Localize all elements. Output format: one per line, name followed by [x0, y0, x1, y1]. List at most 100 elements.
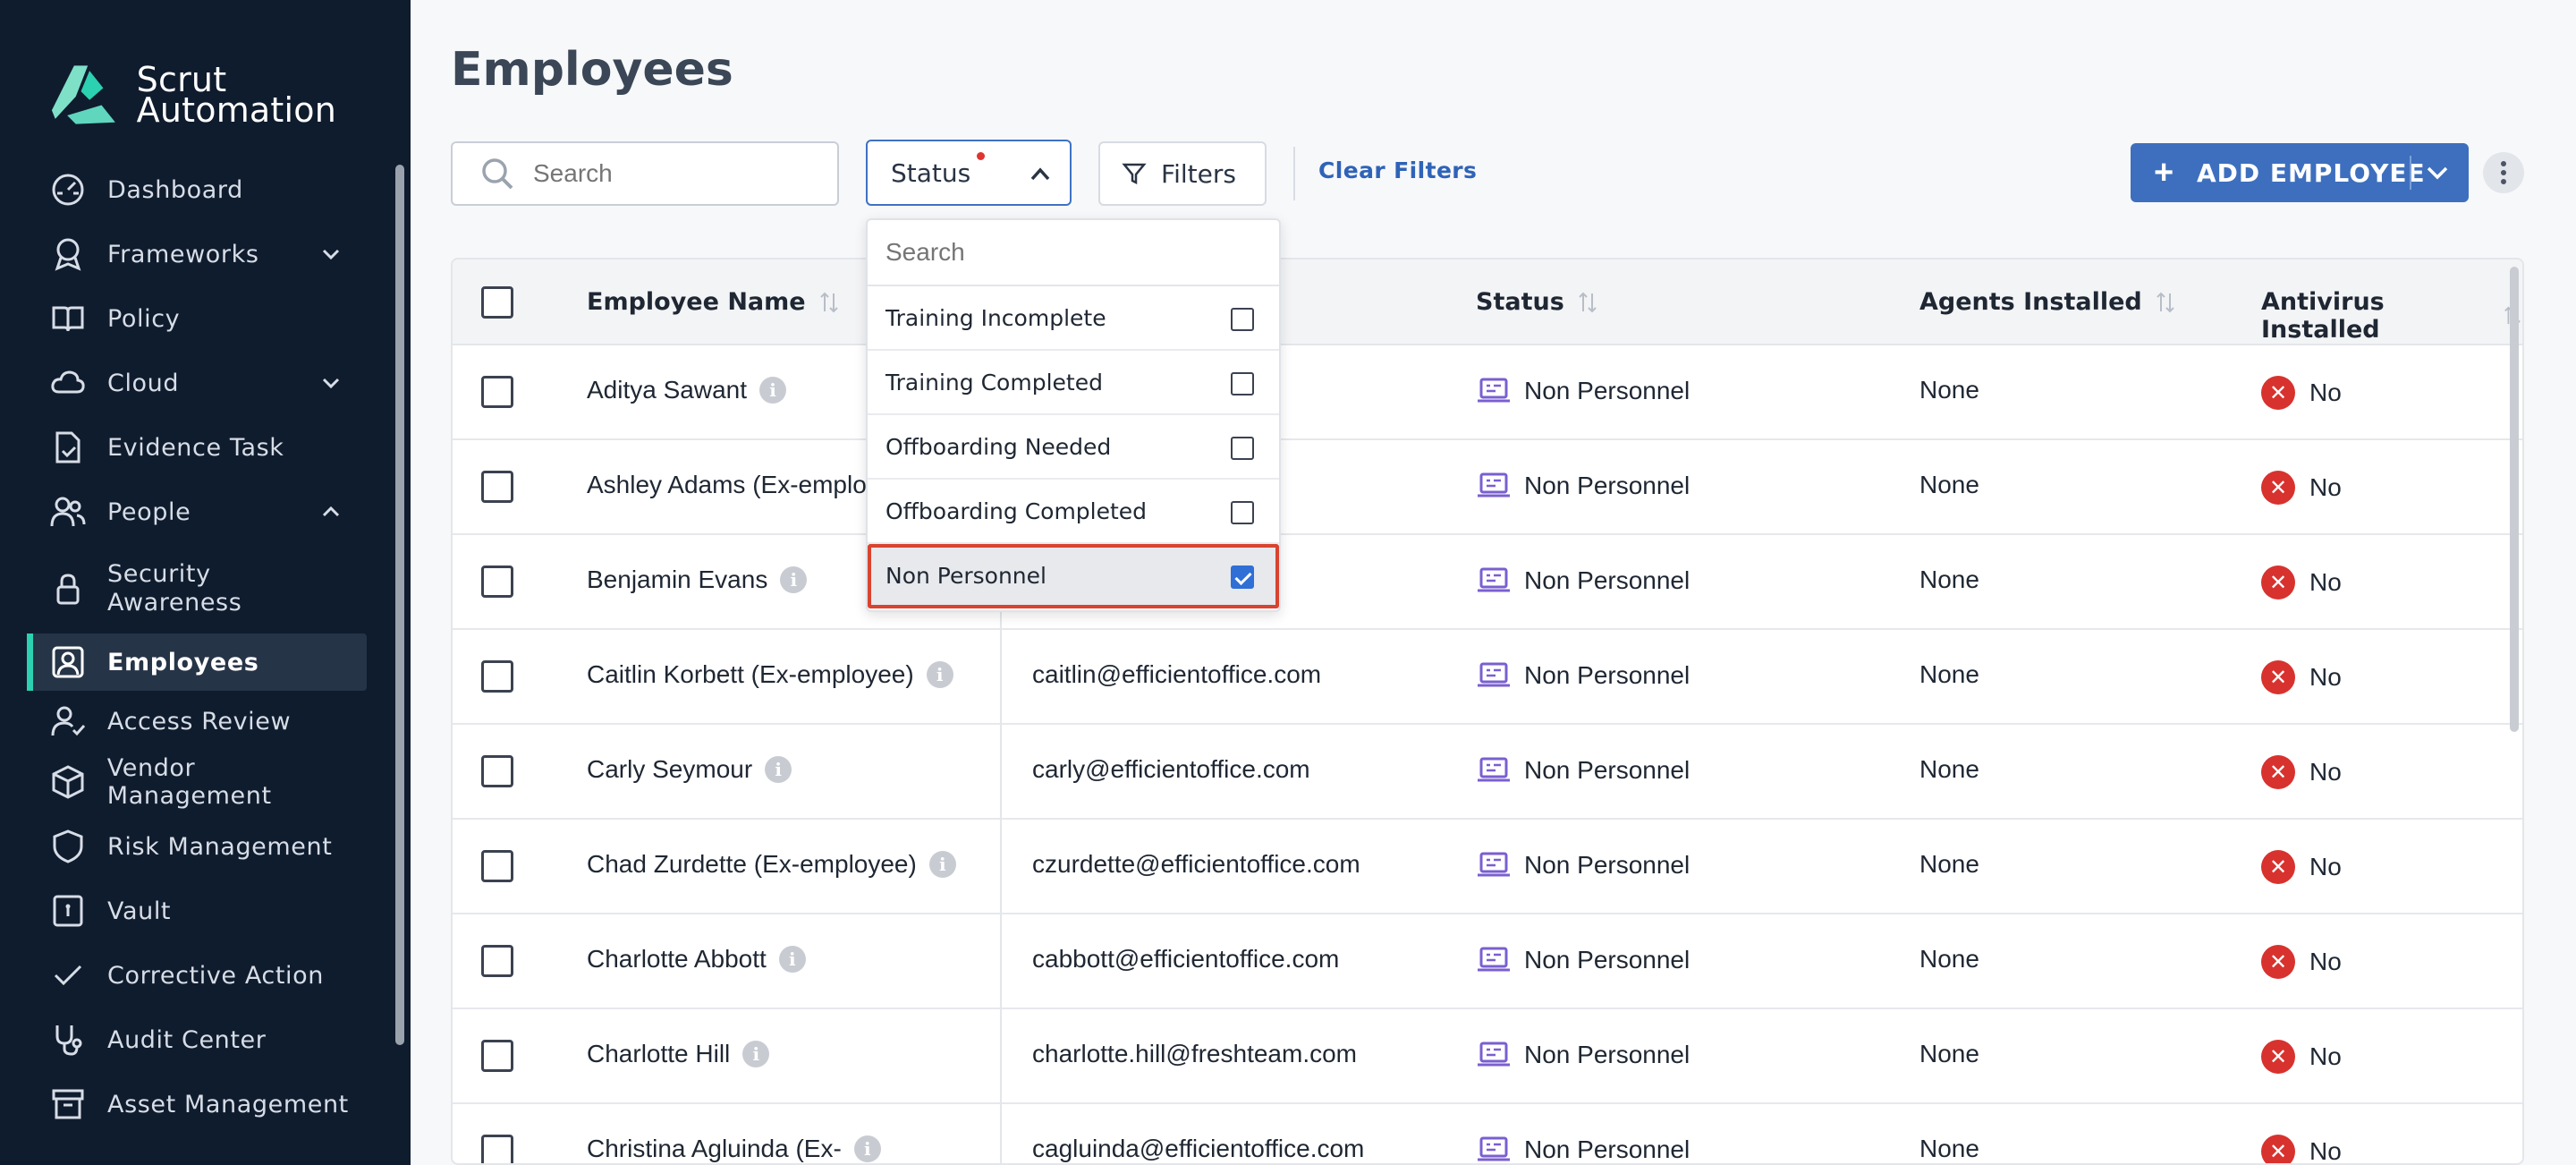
employee-name[interactable]: Charlotte Abbott [587, 945, 767, 974]
table-row[interactable]: Ashley Adams (Ex-employie.comNon Personn… [453, 440, 2522, 535]
sidebar-item-frameworks[interactable]: Frameworks [27, 225, 367, 283]
status-option-offboarding-needed[interactable]: Offboarding Needed [868, 415, 1279, 480]
row-checkbox[interactable] [481, 565, 513, 598]
employee-name[interactable]: Ashley Adams (Ex-employ [587, 471, 879, 499]
column-agents-installed[interactable]: Agents Installed [1919, 288, 2176, 316]
status-option-checkbox[interactable] [1231, 308, 1254, 331]
table-row[interactable]: Chad Zurdette (Ex-employee) i czurdette@ef… [453, 820, 2522, 914]
employee-name-cell[interactable]: Charlotte Abbott i [587, 945, 806, 974]
sidebar-item-label: Employees [107, 648, 259, 676]
employee-name[interactable]: Benjamin Evans [587, 565, 767, 594]
table-row[interactable]: Caitlin Korbett (Ex-employee) i caitlin@ef… [453, 630, 2522, 725]
chevron-down-icon[interactable] [2424, 159, 2451, 186]
column-status[interactable]: Status [1476, 288, 1598, 316]
info-icon[interactable]: i [778, 946, 806, 973]
sidebar-item-access-review[interactable]: Access Review [27, 693, 367, 750]
row-checkbox[interactable] [481, 1135, 513, 1163]
more-options-icon[interactable] [2483, 152, 2524, 193]
chevron-up-icon[interactable] [318, 499, 343, 524]
table-row[interactable]: Benjamin Evansinteam.comNon PersonnelNon… [453, 535, 2522, 630]
sidebar-item-employees[interactable]: Employees [27, 634, 367, 691]
sidebar-item-security-awareness[interactable]: Security Awareness [27, 553, 367, 625]
info-icon[interactable]: i [853, 1135, 881, 1162]
employee-name-cell[interactable]: Caitlin Korbett (Ex-employee) i [587, 660, 953, 689]
info-icon[interactable]: i [780, 566, 808, 593]
status-option-training-completed[interactable]: Training Completed [868, 351, 1279, 415]
employee-name-cell[interactable]: Aditya Sawant i [587, 376, 786, 404]
sort-icon[interactable] [2155, 290, 2176, 315]
sidebar-item-audit-center[interactable]: Audit Center [27, 1011, 367, 1068]
add-employee-button[interactable]: + ADD EMPLOYEE [2131, 143, 2469, 202]
antivirus-value: No [2309, 378, 2342, 406]
employee-name-cell[interactable]: Christina Agluinda (Ex-i [587, 1135, 881, 1163]
column-employee-name[interactable]: Employee Name [587, 288, 840, 316]
status-option-checkbox[interactable] [1231, 372, 1254, 395]
sidebar-item-vault[interactable]: Vault [27, 882, 367, 940]
status-option-non-personnel[interactable]: Non Personnel [868, 544, 1279, 608]
row-checkbox[interactable] [481, 755, 513, 787]
employee-name-cell[interactable]: Benjamin Evans i [587, 565, 808, 594]
chevron-down-icon[interactable] [318, 242, 343, 267]
sidebar-item-corrective-action[interactable]: Corrective Action [27, 947, 367, 1004]
employee-name-cell[interactable]: Charlotte Hill i [587, 1040, 770, 1068]
status-option-checkbox[interactable] [1231, 501, 1254, 524]
row-checkbox[interactable] [481, 1040, 513, 1072]
column-antivirus-installed[interactable]: Antivirus Installed [2261, 288, 2522, 344]
status-option-training-incomplete[interactable]: Training Incomplete [868, 286, 1279, 351]
sidebar-item-evidence-task[interactable]: Evidence Task [27, 419, 367, 476]
sort-icon[interactable] [818, 290, 840, 315]
row-checkbox[interactable] [481, 471, 513, 503]
dropdown-search[interactable] [868, 220, 1279, 286]
row-checkbox[interactable] [481, 850, 513, 882]
sidebar-scrollbar[interactable] [395, 165, 404, 1045]
row-checkbox[interactable] [481, 945, 513, 977]
dropdown-search-input[interactable] [886, 238, 1243, 267]
table-scrollbar[interactable] [2510, 267, 2519, 732]
employee-name[interactable]: Chad Zurdette (Ex-employee) [587, 850, 917, 879]
info-icon[interactable]: i [742, 1041, 770, 1067]
status-option-offboarding-completed[interactable]: Offboarding Completed [868, 480, 1279, 544]
sidebar-item-label: Policy [107, 304, 181, 333]
info-icon[interactable]: i [765, 756, 792, 783]
table-row[interactable]: Charlotte Hill i charlotte.hill@freshteam.… [453, 1009, 2522, 1104]
sidebar-item-label: Vault [107, 897, 172, 925]
status-filter-button[interactable]: Status [866, 140, 1072, 206]
sidebar-item-policy[interactable]: Policy [27, 290, 367, 347]
select-all-checkbox[interactable] [481, 286, 513, 319]
employee-name[interactable]: Aditya Sawant [587, 376, 747, 404]
sidebar-item-dashboard[interactable]: Dashboard [27, 161, 367, 218]
info-icon[interactable]: i [759, 377, 786, 404]
employee-email: cabbott@efficientoffice.com [1032, 945, 1340, 973]
sidebar-item-people[interactable]: People [27, 483, 367, 540]
employee-name-cell[interactable]: Carly Seymour i [587, 755, 792, 784]
employee-name[interactable]: Caitlin Korbett (Ex-employee) [587, 660, 914, 689]
x-circle-icon: ✕ [2261, 1040, 2295, 1074]
chevron-down-icon[interactable] [318, 370, 343, 395]
row-checkbox[interactable] [481, 660, 513, 693]
table-row[interactable]: Charlotte Abbott i cabbott@efficientoffice… [453, 914, 2522, 1009]
scrut-logo[interactable]: Scrut Automation [50, 59, 336, 131]
status-option-checkbox[interactable] [1231, 437, 1254, 460]
sidebar-item-asset-management[interactable]: Asset Management [27, 1076, 367, 1133]
employee-name-cell[interactable]: Chad Zurdette (Ex-employee) i [587, 850, 956, 879]
sidebar-item-vendor-management[interactable]: Vendor Management [27, 753, 367, 811]
info-icon[interactable]: i [928, 851, 956, 878]
table-row[interactable]: Carly Seymour i carly@efficientoffice.com N… [453, 725, 2522, 820]
sidebar-item-risk-management[interactable]: Risk Management [27, 818, 367, 875]
table-row[interactable]: Aditya SawantimNon PersonnelNone✕No [453, 345, 2522, 440]
search-icon [482, 158, 513, 190]
search-box[interactable] [451, 141, 839, 206]
info-icon[interactable]: i [926, 661, 953, 688]
search-input[interactable] [533, 159, 819, 188]
table-row[interactable]: Christina Agluinda (Ex-i cagluinda@effici… [453, 1104, 2522, 1163]
filters-button[interactable]: Filters [1098, 141, 1267, 206]
clear-filters-link[interactable]: Clear Filters [1318, 157, 1477, 183]
sort-icon[interactable] [1577, 290, 1598, 315]
sidebar-item-cloud[interactable]: Cloud [27, 354, 367, 412]
employee-name[interactable]: Charlotte Hill [587, 1040, 730, 1068]
status-option-checkbox[interactable] [1231, 565, 1254, 589]
antivirus-value: No [2309, 1042, 2342, 1070]
employee-name[interactable]: Christina Agluinda (Ex- [587, 1135, 842, 1163]
employee-name[interactable]: Carly Seymour [587, 755, 752, 784]
row-checkbox[interactable] [481, 376, 513, 408]
